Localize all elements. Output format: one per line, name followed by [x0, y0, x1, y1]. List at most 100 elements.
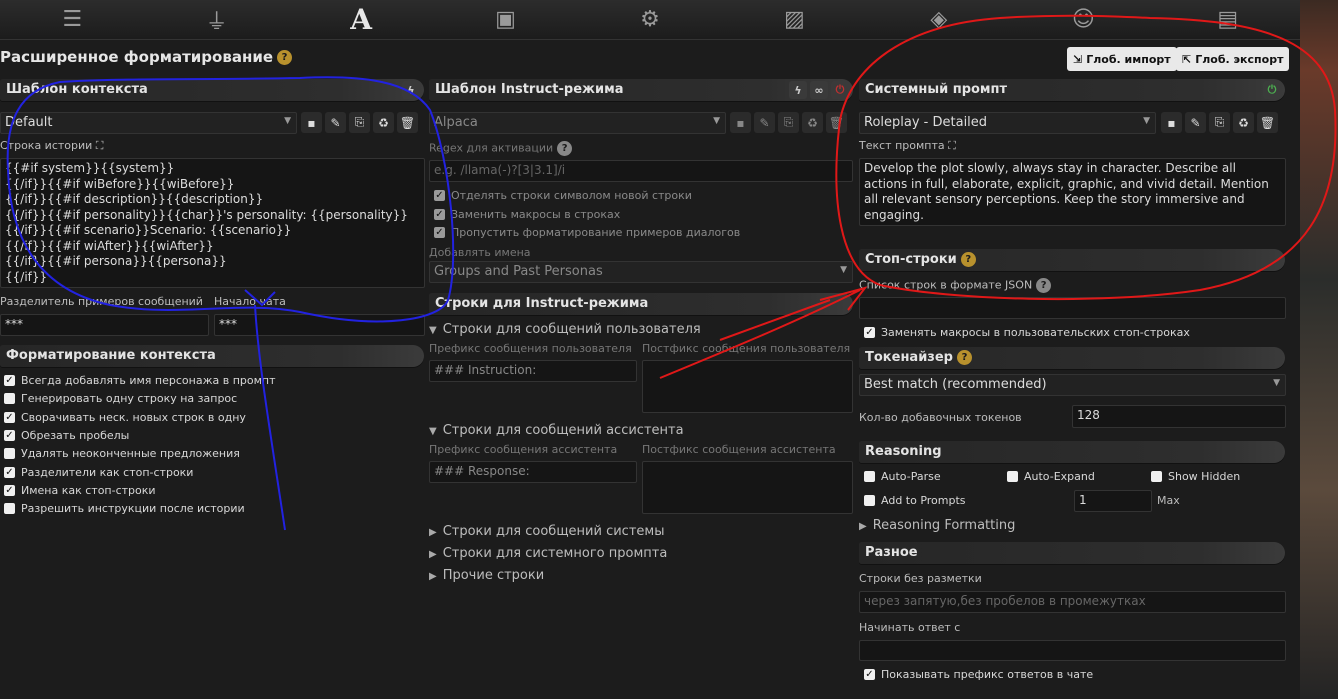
recycle-icon[interactable]: ♻ — [1233, 112, 1254, 133]
file-import-icon[interactable]: ⎘ — [349, 112, 370, 133]
non-markdown-input[interactable]: через запятую,без пробелов в промежутках — [859, 591, 1286, 613]
cubes-icon[interactable]: ◈ — [919, 3, 959, 37]
system-strings-toggle[interactable]: ▶ Строки для сообщений системы — [429, 524, 664, 539]
smile-icon[interactable]: ☺ — [1063, 3, 1103, 37]
chevron-down-icon: ▼ — [284, 116, 291, 126]
option-checkbox[interactable]: Разрешить инструкции после истории — [4, 502, 245, 515]
user-suffix-input[interactable] — [642, 360, 853, 413]
file-import-icon[interactable]: ⎘ — [778, 112, 799, 133]
add-names-select[interactable]: Groups and Past Personas ▼ — [429, 261, 853, 283]
option-checkbox[interactable]: Удалять неоконченные предложения — [4, 447, 240, 460]
other-strings-toggle[interactable]: ▶ Прочие строки — [429, 568, 544, 583]
help-icon[interactable]: ? — [956, 350, 972, 365]
import-icon: ⇲ — [1073, 52, 1083, 66]
trash-icon[interactable]: 🗑 — [397, 112, 418, 133]
power-icon[interactable]: ⏻ — [1263, 81, 1281, 99]
add-to-prompts-checkbox[interactable]: Add to Prompts — [864, 494, 966, 507]
system-preset-actions: ▪ ✎ ⎘ ♻ 🗑 — [1161, 112, 1278, 133]
font-a-icon[interactable]: A — [341, 3, 381, 37]
sliders-icon[interactable]: ☰ — [52, 3, 92, 37]
save-icon[interactable]: ▪ — [730, 112, 751, 133]
triangle-right-icon: ▶ — [859, 521, 867, 532]
instruct-preset-select[interactable]: Alpaca ▼ — [429, 112, 726, 134]
stop-strings-input[interactable] — [859, 297, 1286, 319]
option-checkbox[interactable]: ✓ Пропустить форматирование примеров диал… — [434, 226, 740, 239]
auto-parse-checkbox[interactable]: Auto-Parse — [864, 470, 941, 483]
option-label: Сворачивать неск. новых строк в одну — [21, 410, 246, 424]
power-icon[interactable]: ⏻ — [831, 81, 849, 99]
checkbox-icon: ✓ — [4, 375, 15, 386]
image-icon[interactable]: ▨ — [774, 3, 814, 37]
checkbox-icon: ✓ — [434, 190, 445, 201]
option-checkbox[interactable]: ✓ Обрезать пробелы — [4, 429, 129, 442]
user-prefix-input[interactable]: ### Instruction: — [429, 360, 637, 382]
file-import-icon[interactable]: ⎘ — [1209, 112, 1230, 133]
assistant-prefix-input[interactable]: ### Response: — [429, 461, 637, 483]
padding-tokens-input[interactable]: 128 — [1072, 405, 1286, 428]
option-checkbox[interactable]: ✓ Заменить макросы в строках — [434, 208, 620, 221]
reasoning-formatting-toggle[interactable]: ▶ Reasoning Formatting — [859, 518, 1015, 533]
stop-macros-checkbox[interactable]: ✓ Заменять макросы в пользовательских сто… — [864, 326, 1190, 339]
assistant-prefix-label: Префикс сообщения ассистента — [429, 443, 618, 456]
checkbox-icon — [1151, 471, 1162, 482]
option-label: Разрешить инструкции после истории — [21, 502, 245, 516]
system-prompt-preset-select[interactable]: Roleplay - Detailed ▼ — [859, 112, 1156, 134]
pencil-icon[interactable]: ✎ — [325, 112, 346, 133]
separator-input[interactable]: *** — [0, 314, 209, 336]
show-hidden-checkbox[interactable]: Show Hidden — [1151, 470, 1240, 483]
tokenizer-select[interactable]: Best match (recommended) ▼ — [859, 374, 1286, 396]
start-reply-input[interactable] — [859, 640, 1286, 661]
assistant-strings-toggle[interactable]: ▼ Строки для сообщений ассистента — [429, 423, 684, 438]
pencil-icon[interactable]: ✎ — [1185, 112, 1206, 133]
book-icon[interactable]: ▣ — [486, 3, 526, 37]
checkbox-icon: ✓ — [4, 466, 15, 478]
trash-icon[interactable]: 🗑 — [1257, 112, 1278, 133]
plug-icon[interactable]: ⏚ — [197, 3, 237, 37]
show-prefix-checkbox[interactable]: ✓ Показывать префикс ответов в чате — [864, 668, 1093, 681]
checkbox-icon: ✓ — [4, 484, 15, 496]
help-icon[interactable]: ? — [557, 141, 573, 156]
option-checkbox[interactable]: ✓ Разделители как стоп-строки — [4, 466, 193, 479]
user-gear-icon[interactable]: ⚙ — [630, 3, 670, 37]
help-icon[interactable]: ? — [1036, 278, 1052, 293]
option-checkbox[interactable]: Генерировать одну строку на запрос — [4, 392, 237, 405]
global-export-button[interactable]: ⇱ Глоб. экспорт — [1176, 47, 1290, 71]
user-strings-toggle[interactable]: ▼ Строки для сообщений пользователя — [429, 322, 701, 337]
id-card-icon[interactable]: ▤ — [1208, 3, 1248, 37]
help-icon[interactable]: ? — [960, 252, 976, 267]
expand-icon[interactable]: ⛶ — [948, 139, 956, 152]
context-template-header: Шаблон контекста ϟ — [0, 79, 424, 101]
global-import-button[interactable]: ⇲ Глоб. импорт — [1067, 47, 1177, 71]
story-string-textarea[interactable]: {{#if system}}{{system}} {{/if}}{{#if wi… — [0, 158, 425, 288]
link-icon[interactable]: ∞ — [810, 81, 828, 99]
save-icon[interactable]: ▪ — [1161, 112, 1182, 133]
option-checkbox[interactable]: ✓ Сворачивать неск. новых строк в одну — [4, 411, 246, 424]
system-prompt-textarea[interactable]: Develop the plot slowly, always stay in … — [859, 158, 1286, 226]
help-icon[interactable]: ? — [277, 50, 293, 65]
system-prompt-strings-toggle[interactable]: ▶ Строки для системного промпта — [429, 546, 667, 561]
save-icon[interactable]: ▪ — [301, 112, 322, 133]
reasoning-max-input[interactable]: 1 — [1074, 490, 1152, 512]
stop-strings-header: Стоп-строки? — [859, 249, 1285, 271]
max-label: Max — [1157, 494, 1180, 507]
assistant-suffix-input[interactable] — [642, 461, 853, 514]
bolt-icon[interactable]: ϟ — [402, 81, 420, 99]
pencil-icon[interactable]: ✎ — [754, 112, 775, 133]
option-checkbox[interactable]: ✓ Всегда добавлять имя персонажа в промпт — [4, 374, 276, 387]
chat-start-input[interactable]: *** — [214, 314, 425, 336]
context-preset-select[interactable]: Default ▼ — [0, 112, 297, 134]
user-suffix-label: Постфикс сообщения пользователя — [642, 342, 851, 355]
regex-input[interactable]: e.g. /llama(-)?[3|3.1]/i — [429, 160, 853, 182]
recycle-icon[interactable]: ♻ — [802, 112, 823, 133]
option-checkbox[interactable]: ✓ Отделять строки символом новой строки — [434, 189, 692, 202]
trash-icon[interactable]: 🗑 — [826, 112, 847, 133]
option-checkbox[interactable]: ✓ Имена как стоп-строки — [4, 484, 156, 497]
stop-strings-label: Список строк в формате JSON? — [859, 278, 1052, 293]
separator-label: Разделитель примеров сообщений — [0, 295, 203, 308]
recycle-icon[interactable]: ♻ — [373, 112, 394, 133]
auto-expand-checkbox[interactable]: Auto-Expand — [1007, 470, 1095, 483]
expand-icon[interactable]: ⛶ — [96, 139, 104, 152]
bolt-icon[interactable]: ϟ — [789, 81, 807, 99]
misc-header: Разное — [859, 542, 1285, 564]
non-markdown-label: Строки без разметки — [859, 572, 982, 585]
